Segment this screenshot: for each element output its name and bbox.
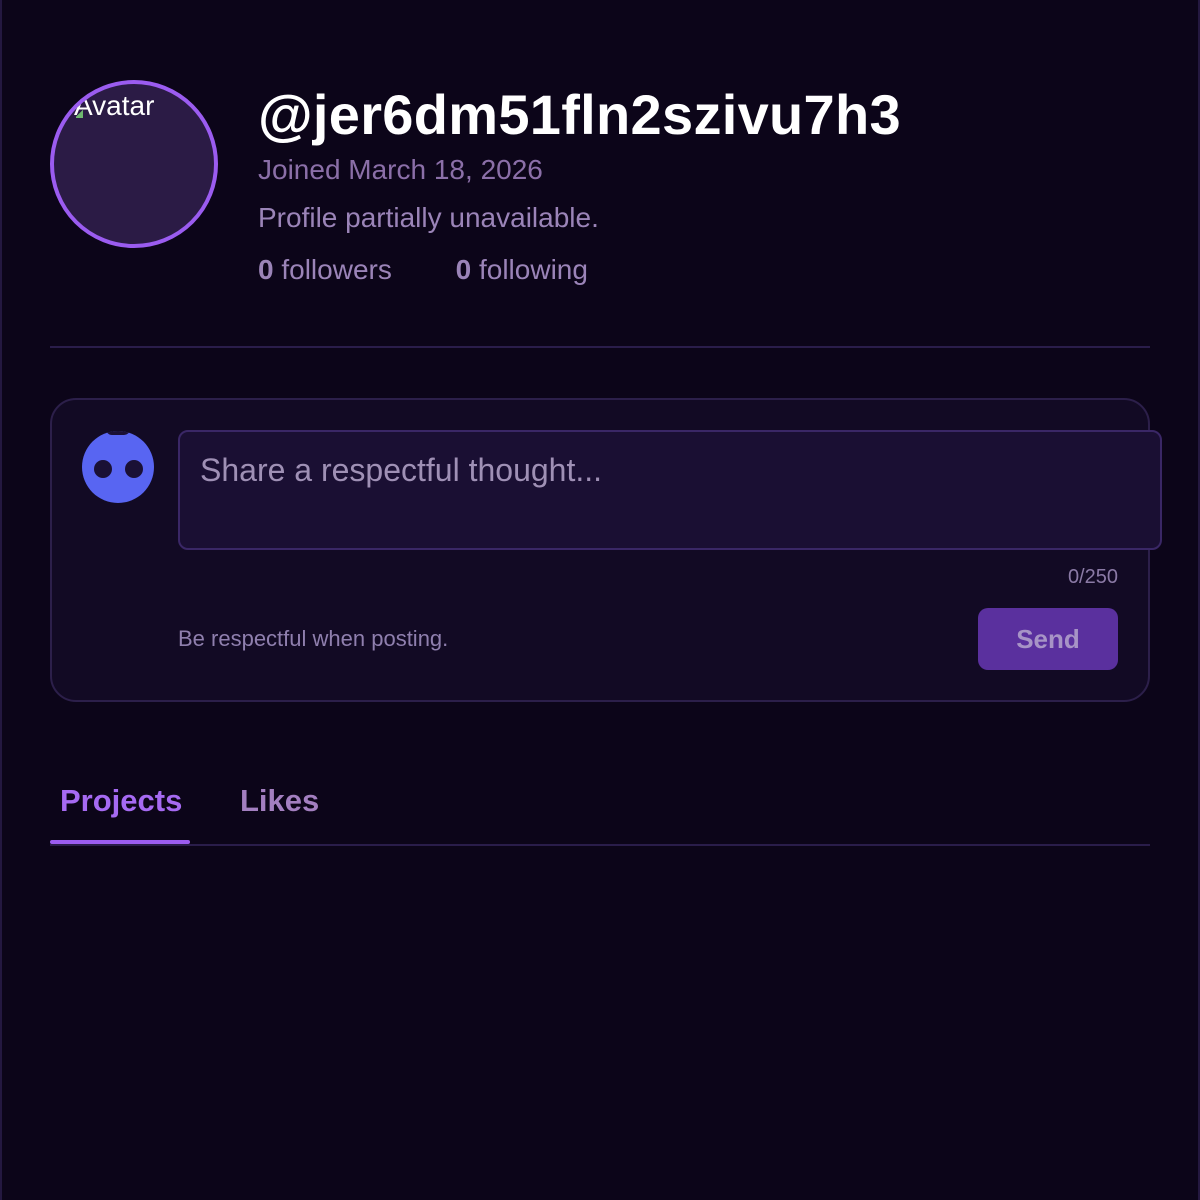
send-button[interactable]: Send	[978, 608, 1118, 670]
tab-likes[interactable]: Likes	[240, 783, 319, 819]
following-link[interactable]: 0 following	[456, 254, 588, 286]
profile-stats: 0 followers 0 following	[258, 254, 588, 286]
profile-avatar: Avatar	[50, 80, 218, 248]
avatar-alt-text: Avatar	[74, 90, 155, 121]
following-count: 0	[455, 254, 472, 285]
character-counter: 0/250	[1067, 566, 1118, 588]
following-label: following	[478, 254, 588, 285]
posting-hint: Be respectful when posting.	[178, 626, 449, 651]
discord-icon-eye-right	[125, 460, 143, 478]
followers-link[interactable]: 0 followers	[258, 254, 392, 286]
profile-username: @jer6dm51fln2szivu7h3	[258, 83, 901, 146]
discord-icon-notch	[106, 431, 130, 435]
followers-count: 0	[258, 254, 274, 285]
joined-date: Joined March 18, 2026	[258, 154, 543, 185]
discord-icon	[82, 431, 154, 503]
thought-input[interactable]	[178, 430, 1162, 550]
discord-icon-eye-left	[94, 460, 112, 478]
tab-projects[interactable]: Projects	[60, 783, 182, 819]
header-divider	[50, 346, 1150, 348]
tabs-divider	[50, 844, 1150, 846]
profile-status: Profile partially unavailable.	[258, 202, 599, 233]
followers-label: followers	[281, 254, 392, 285]
